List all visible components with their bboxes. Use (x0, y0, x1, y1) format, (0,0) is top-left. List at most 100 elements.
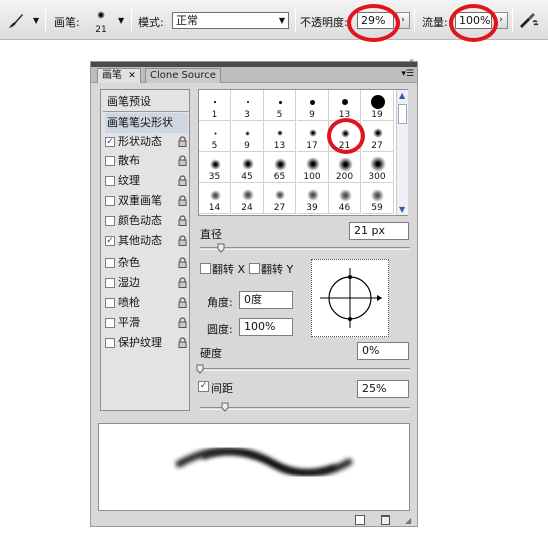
grid-scrollbar[interactable]: ▲ ▼ (396, 90, 408, 215)
brush-size-label: 46 (338, 203, 351, 213)
brush-thumbnail[interactable]: 200 (329, 152, 361, 183)
option-checkbox[interactable] (105, 156, 115, 166)
spacing-checkbox[interactable]: ✓ (198, 381, 209, 392)
brush-thumbnail[interactable]: 9 (296, 90, 329, 121)
option-checkbox[interactable]: ✓ (105, 236, 115, 246)
lock-icon[interactable] (177, 317, 188, 328)
option-checkbox[interactable] (105, 318, 115, 328)
lock-icon[interactable] (177, 257, 188, 268)
brush-thumbnail[interactable]: 5 (199, 121, 231, 152)
option-checkbox[interactable] (105, 338, 115, 348)
brush-thumbnail[interactable]: 19 (361, 90, 394, 121)
brush-option-item[interactable]: 杂色 (105, 253, 188, 273)
brush-thumbnail[interactable]: 59 (361, 183, 394, 214)
brush-picker-chevron-icon[interactable]: ▼ (118, 16, 124, 25)
brush-tip-icon (371, 188, 384, 202)
lock-icon[interactable] (177, 277, 188, 288)
lock-icon[interactable] (177, 297, 188, 308)
lock-icon[interactable] (177, 136, 188, 147)
diameter-slider-thumb[interactable] (217, 243, 225, 253)
hardness-slider-track[interactable] (200, 368, 410, 371)
brush-thumbnail[interactable]: 1 (199, 90, 231, 121)
flip-y-checkbox[interactable] (249, 263, 260, 274)
collapse-arrows-icon[interactable]: « (409, 56, 414, 65)
brush-option-item[interactable]: 保护纹理 (105, 333, 188, 353)
brush-presets-item[interactable]: 画笔预设 (103, 92, 190, 112)
tab-close-icon[interactable]: ✕ (128, 71, 136, 81)
tool-preset-chevron-icon[interactable]: ▼ (33, 16, 39, 25)
roundness-input[interactable]: 100% (239, 318, 293, 336)
scroll-down-icon[interactable]: ▼ (399, 205, 405, 214)
brush-option-item[interactable]: 湿边 (105, 273, 188, 293)
airbrush-icon[interactable] (518, 10, 540, 30)
diameter-slider-track[interactable] (200, 247, 410, 250)
panel-menu-icon[interactable]: ▾☰ (401, 69, 414, 79)
delete-brush-icon[interactable] (381, 515, 390, 525)
brush-icon[interactable] (6, 11, 26, 31)
brush-option-item[interactable]: 喷枪 (105, 293, 188, 313)
brush-thumbnail[interactable]: 9 (231, 121, 264, 152)
option-checkbox[interactable]: ✓ (105, 137, 115, 147)
resize-grip-icon[interactable]: ◢ (405, 516, 411, 525)
option-label: 散布 (118, 154, 140, 167)
brush-thumbnail[interactable]: 100 (296, 152, 329, 183)
brush-thumbnail[interactable]: 3 (231, 90, 264, 121)
scroll-thumb[interactable] (398, 104, 407, 124)
brush-picker[interactable]: 21 (88, 6, 114, 36)
hardness-input[interactable]: 0% (357, 342, 409, 360)
option-checkbox[interactable] (105, 196, 115, 206)
tab-brushes[interactable]: 画笔 ✕ (97, 68, 141, 83)
brush-tip-icon (246, 101, 249, 103)
angle-roundness-widget[interactable] (311, 259, 389, 337)
brush-option-item[interactable]: ✓ 其他动态 (105, 231, 188, 251)
lock-icon[interactable] (177, 175, 188, 186)
tab-clone-source[interactable]: Clone Source (145, 68, 221, 83)
option-checkbox[interactable] (105, 258, 115, 268)
spacing-slider-track[interactable] (200, 407, 410, 410)
brush-thumbnail[interactable]: 24 (231, 183, 264, 214)
brush-thumbnail[interactable]: 14 (199, 183, 231, 214)
brush-option-item[interactable]: ✓ 形状动态 (105, 132, 188, 152)
brush-option-item[interactable]: 双重画笔 (105, 191, 188, 211)
brush-thumbnail[interactable]: 17 (296, 121, 329, 152)
lock-icon[interactable] (177, 215, 188, 226)
brush-thumbnail[interactable]: 65 (264, 152, 296, 183)
brush-thumbnail[interactable]: 46 (329, 183, 361, 214)
brush-thumbnail[interactable]: 13 (329, 90, 361, 121)
brush-size-label: 300 (368, 172, 386, 182)
brush-tip-icon (370, 95, 385, 109)
spacing-slider-thumb[interactable] (221, 402, 229, 412)
brush-thumbnail[interactable]: 5 (264, 90, 296, 121)
option-checkbox[interactable] (105, 216, 115, 226)
brush-thumbnail[interactable]: 300 (361, 152, 394, 183)
spacing-input[interactable]: 25% (357, 380, 409, 398)
brush-thumbnail[interactable]: 27 (361, 121, 394, 152)
angle-input[interactable]: 0度 (239, 291, 293, 309)
brush-option-item[interactable]: 纹理 (105, 171, 188, 191)
option-label: 平滑 (118, 316, 140, 329)
option-checkbox[interactable] (105, 278, 115, 288)
brush-option-item[interactable]: 颜色动态 (105, 211, 188, 231)
brush-preview-dot-icon (97, 11, 105, 19)
brush-thumbnail[interactable]: 39 (296, 183, 329, 214)
lock-icon[interactable] (177, 337, 188, 348)
option-checkbox[interactable] (105, 298, 115, 308)
brush-thumbnail[interactable]: 13 (264, 121, 296, 152)
brush-thumbnail[interactable]: 45 (231, 152, 264, 183)
brush-option-item[interactable]: 平滑 (105, 313, 188, 333)
diameter-input[interactable]: 21 px (349, 222, 409, 240)
new-brush-icon[interactable] (355, 515, 365, 525)
mode-select[interactable]: 正常 ▼ (172, 12, 289, 29)
brush-tip-icon (372, 128, 383, 138)
lock-icon[interactable] (177, 155, 188, 166)
brush-option-item[interactable]: 散布 (105, 151, 188, 171)
lock-icon[interactable] (177, 235, 188, 246)
brush-thumbnail[interactable]: 35 (199, 152, 231, 183)
option-checkbox[interactable] (105, 176, 115, 186)
lock-icon[interactable] (177, 195, 188, 206)
brush-tip-shape-item[interactable]: 画笔笔尖形状 (105, 113, 188, 133)
scroll-up-icon[interactable]: ▲ (399, 91, 405, 100)
hardness-slider-thumb[interactable] (196, 364, 204, 374)
brush-thumbnail[interactable]: 27 (264, 183, 296, 214)
flip-x-checkbox[interactable] (200, 263, 211, 274)
